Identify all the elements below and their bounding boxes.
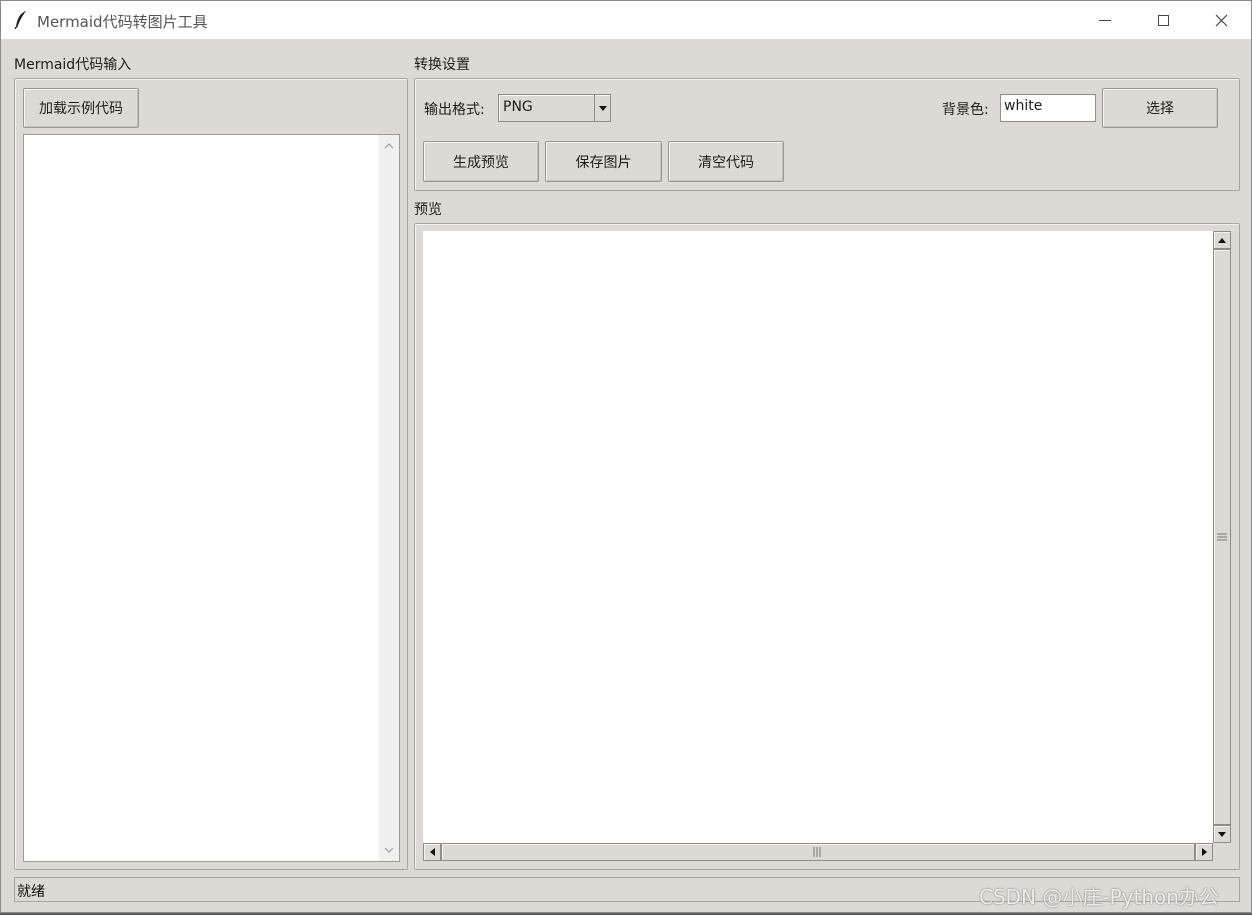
preview-hscroll-thumb[interactable]	[441, 843, 1195, 861]
preview-vscroll-thumb[interactable]	[1213, 249, 1231, 825]
preview-scroll-up-button[interactable]	[1213, 231, 1231, 249]
close-button[interactable]	[1192, 1, 1250, 39]
save-image-button[interactable]: 保存图片	[545, 141, 662, 182]
settings-section-label: 转换设置	[414, 57, 470, 73]
app-window: Mermaid代码转图片工具 Mermaid代码输入 加载示例代码 转换设置 输…	[0, 0, 1252, 913]
arrow-left-icon	[429, 848, 435, 856]
format-label: 输出格式:	[424, 102, 485, 118]
title-bar[interactable]: Mermaid代码转图片工具	[1, 1, 1251, 39]
generate-preview-button[interactable]: 生成预览	[423, 141, 539, 182]
arrow-right-icon	[1201, 848, 1207, 856]
choose-color-button[interactable]: 选择	[1102, 88, 1218, 128]
load-example-button[interactable]: 加载示例代码	[23, 88, 139, 128]
format-select[interactable]: PNG	[498, 94, 611, 122]
grip-icon	[1217, 533, 1227, 541]
watermark: CSDN @小庄-Python办公	[979, 885, 1219, 909]
arrow-up-icon	[1218, 237, 1226, 243]
maximize-icon	[1157, 14, 1169, 26]
minimize-button[interactable]	[1076, 1, 1134, 39]
chevron-down-icon	[598, 105, 607, 111]
background-color-input[interactable]: white	[1000, 94, 1096, 122]
grip-icon	[813, 847, 823, 857]
background-color-label: 背景色:	[942, 102, 989, 118]
arrow-down-icon	[1218, 831, 1226, 837]
preview-canvas[interactable]	[423, 231, 1213, 843]
preview-scroll-right-button[interactable]	[1195, 843, 1213, 861]
code-input-section-label: Mermaid代码输入	[14, 57, 132, 73]
feather-icon	[14, 11, 26, 30]
format-select-value: PNG	[503, 99, 533, 115]
preview-scroll-down-button[interactable]	[1213, 825, 1231, 843]
clear-code-button[interactable]: 清空代码	[668, 141, 784, 182]
minimize-icon	[1099, 19, 1111, 21]
scroll-up-icon[interactable]	[384, 143, 394, 149]
code-scrollbar[interactable]	[379, 135, 399, 861]
window-title: Mermaid代码转图片工具	[37, 13, 208, 31]
status-text: 就绪	[17, 884, 45, 900]
maximize-button[interactable]	[1134, 1, 1192, 39]
scroll-down-icon[interactable]	[384, 847, 394, 853]
code-textarea[interactable]	[23, 134, 400, 862]
preview-scroll-left-button[interactable]	[423, 843, 441, 861]
close-icon	[1215, 14, 1227, 26]
preview-section-label: 预览	[414, 202, 442, 218]
format-select-arrow[interactable]	[594, 95, 610, 121]
